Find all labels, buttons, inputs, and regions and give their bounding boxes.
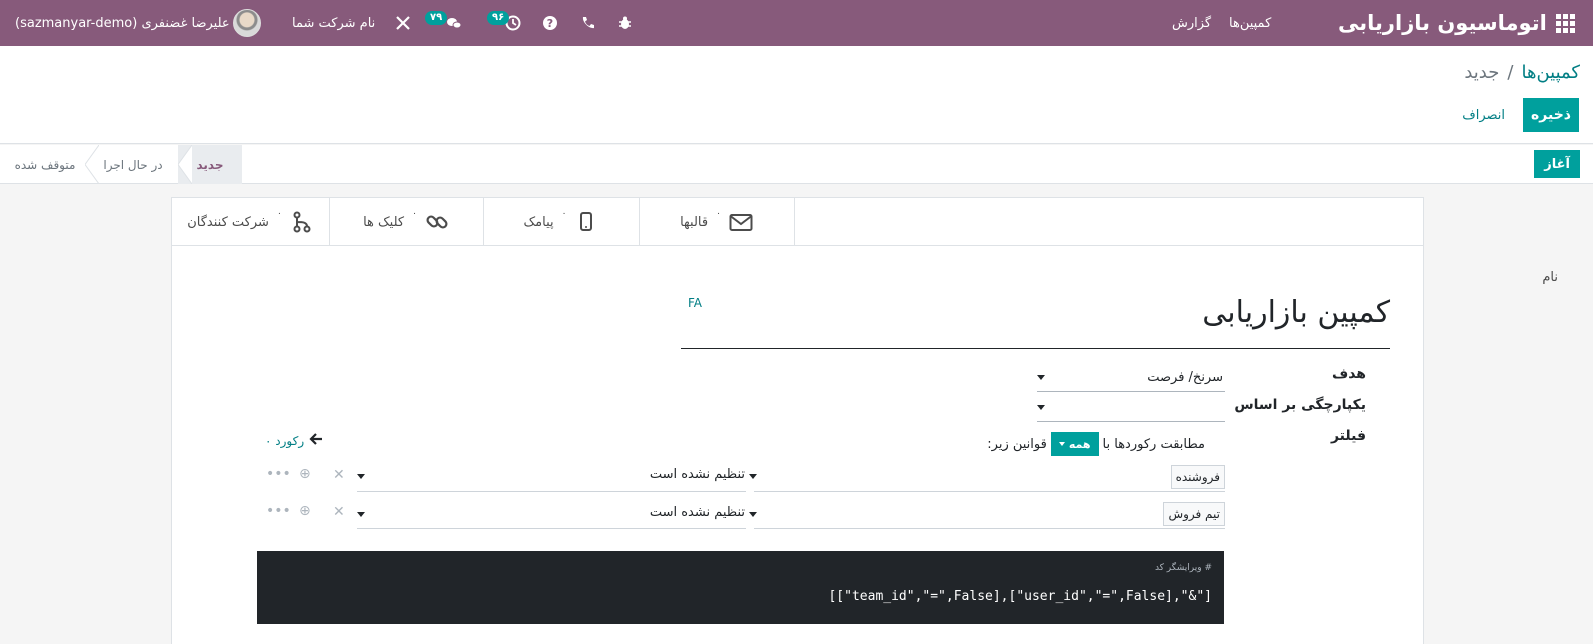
save-button[interactable]: ذخیره: [1523, 98, 1579, 132]
campaign-name-input[interactable]: کمپین بازاریابی: [681, 290, 1390, 349]
help-icon[interactable]: ?: [542, 0, 558, 46]
unicity-select[interactable]: [1037, 394, 1225, 422]
company-switch-icon[interactable]: [395, 0, 411, 46]
stat-participants-button[interactable]: شرکت کنندگان ۰: [172, 198, 330, 246]
rule1-field[interactable]: فروشنده: [1170, 465, 1225, 489]
rule2-field[interactable]: تیم فروش: [1163, 502, 1225, 526]
activities-clock-icon[interactable]: [505, 0, 521, 46]
rule2-delete-icon[interactable]: ✕: [333, 504, 345, 520]
rule1-field-underline: [754, 491, 1225, 492]
stage-running-chevron: [85, 145, 99, 184]
breadcrumb-current: جدید: [1464, 62, 1500, 83]
rule2-field-underline: [754, 528, 1225, 529]
participants-icon: [293, 211, 311, 233]
stat-sms-count: ۰: [561, 209, 567, 219]
target-value: سرنخ/ فرصت: [1147, 370, 1223, 385]
language-tag[interactable]: FA: [688, 296, 702, 310]
breadcrumb-parent[interactable]: کمپین‌ها: [1521, 62, 1580, 83]
campaign-name-value: کمپین بازاریابی: [1202, 295, 1390, 330]
phone-icon[interactable]: [580, 0, 596, 46]
messages-chat-icon[interactable]: [446, 0, 462, 46]
stat-clicks-count: ۰: [412, 209, 417, 219]
user-avatar[interactable]: [233, 9, 261, 37]
stat-sms-button[interactable]: پیامک ۰: [483, 198, 640, 246]
link-icon: [426, 215, 448, 229]
domain-match-suffix: قوانین زیر:: [987, 436, 1047, 452]
activities-badge: ۹۶: [487, 11, 510, 25]
menu-campaigns[interactable]: کمپین‌ها: [1229, 0, 1271, 46]
stat-participants-label: شرکت کنندگان: [187, 214, 269, 230]
svg-text:?: ?: [547, 17, 553, 30]
target-caret-icon: [1037, 375, 1045, 380]
control-panel: کمپین‌ها / جدید ذخیره انصراف: [0, 46, 1593, 144]
code-editor-content[interactable]: [["team_id","=",False],["user_id","=",Fa…: [828, 589, 1212, 604]
rule2-more-icon[interactable]: •••: [266, 503, 291, 519]
rule1-operator[interactable]: تنظیم نشده است: [650, 467, 745, 482]
match-all-dropdown[interactable]: همه: [1050, 432, 1099, 456]
match-all-label: همه: [1068, 437, 1091, 451]
stat-participants-count: ۰: [276, 209, 282, 219]
unicity-label: یکپارچگی بر اساس: [1234, 397, 1366, 413]
target-label: هدف: [1331, 366, 1366, 382]
rule1-operator-caret-icon: [749, 474, 757, 479]
messages-badge: ۷۹: [425, 11, 448, 25]
rule1-add-icon[interactable]: ⊕: [299, 466, 311, 482]
menu-report[interactable]: گزارش: [1172, 0, 1211, 46]
breadcrumb-separator: /: [1507, 62, 1514, 83]
status-bar: آغاز جدید در حال اجرا متوقف شده: [0, 145, 1593, 184]
stage-stopped[interactable]: متوقف شده: [14, 145, 76, 184]
rule2-operator-underline: [357, 528, 746, 529]
match-all-caret-icon: [1058, 442, 1065, 446]
unicity-caret-icon: [1037, 405, 1045, 410]
company-name[interactable]: نام شرکت شما: [292, 0, 375, 46]
rule2-operator-caret-icon: [749, 512, 757, 517]
domain-match-line: مطابقت رکوردها با همه قوانین زیر:: [987, 432, 1205, 456]
rule1-more-icon[interactable]: •••: [266, 466, 291, 482]
mobile-icon: [580, 212, 593, 231]
rule1-value-caret-icon[interactable]: [357, 474, 365, 479]
rule1-operator-underline: [357, 491, 746, 492]
top-navbar: اتوماسیون بازاریابی کمپین‌ها گزارش ? ۹۶ …: [0, 0, 1593, 46]
apps-menu-icon[interactable]: [1556, 0, 1578, 46]
stat-sms-label: پیامک: [523, 214, 554, 230]
rule2-value-caret-icon[interactable]: [357, 512, 365, 517]
rule1-delete-icon[interactable]: ✕: [333, 467, 345, 483]
stat-templates-label: قالبها: [680, 214, 709, 230]
stat-templates-count: ۰: [716, 209, 721, 219]
stat-templates-button[interactable]: قالبها ۰: [639, 198, 795, 246]
rule2-add-icon[interactable]: ⊕: [299, 503, 311, 519]
stage-running[interactable]: در حال اجرا: [97, 145, 169, 184]
target-select[interactable]: سرنخ/ فرصت: [1037, 364, 1225, 392]
stat-clicks-label: کلیک ها: [363, 214, 405, 230]
stat-clicks-button[interactable]: کلیک ها ۰: [329, 198, 484, 246]
envelope-icon: [729, 214, 753, 231]
code-editor[interactable]: # ویرایشگر کد [["team_id","=",False],["u…: [257, 551, 1224, 624]
app-title[interactable]: اتوماسیون بازاریابی: [1338, 0, 1547, 46]
stage-new-chevron: [178, 145, 192, 184]
filter-label: فیلتر: [1330, 428, 1366, 444]
arrow-right-icon[interactable]: [308, 432, 324, 446]
domain-match-prefix: مطابقت رکوردها با: [1102, 436, 1205, 452]
user-name[interactable]: علیرضا غضنفری (sazmanyar-demo): [15, 0, 230, 46]
breadcrumb: کمپین‌ها / جدید: [1464, 62, 1580, 83]
debug-bug-icon[interactable]: [617, 0, 633, 46]
name-label: نام: [1542, 270, 1558, 285]
code-editor-label: # ویرایشگر کد: [1154, 563, 1212, 573]
stat-buttons-bar: شرکت کنندگان ۰ کلیک ها ۰ پیامک ۰ قالبها …: [172, 198, 1423, 246]
records-count-link[interactable]: ۰ رکورد: [265, 434, 304, 448]
discard-button[interactable]: انصراف: [1462, 98, 1505, 132]
start-button[interactable]: آغاز: [1534, 150, 1580, 178]
rule2-operator[interactable]: تنظیم نشده است: [650, 505, 745, 520]
